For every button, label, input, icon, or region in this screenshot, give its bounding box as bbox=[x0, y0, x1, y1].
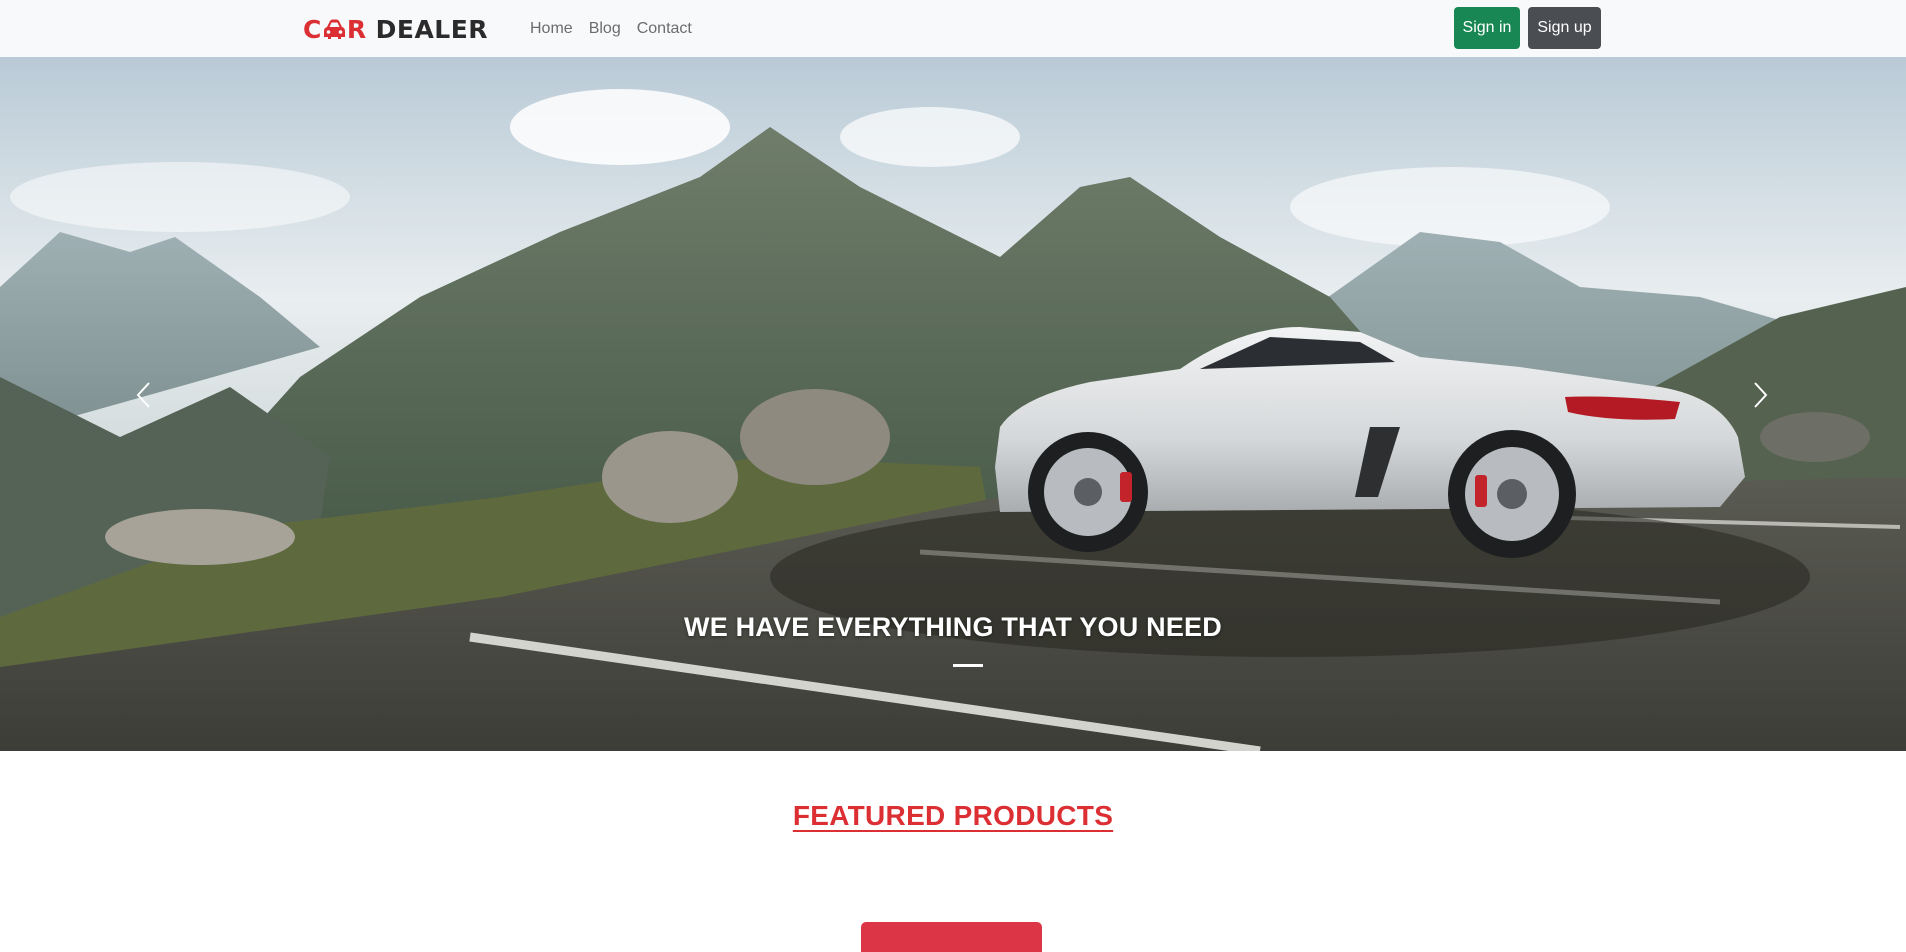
hero-carousel bbox=[0, 57, 1906, 751]
carousel-next-button[interactable] bbox=[1740, 375, 1780, 415]
navbar: C R DEALER Home Blog Contact Sign in Sig… bbox=[0, 0, 1906, 57]
nav-link-blog[interactable]: Blog bbox=[581, 17, 629, 41]
chevron-right-icon bbox=[1754, 382, 1768, 408]
brand-word-dealer: DEALER bbox=[375, 14, 489, 44]
brand-logo[interactable]: C R DEALER bbox=[303, 14, 488, 44]
featured-products-title: FEATURED PRODUCTS bbox=[792, 800, 1114, 831]
carousel-caption: WE HAVE EVERYTHING THAT YOU NEED bbox=[684, 612, 1222, 642]
car-icon bbox=[323, 18, 346, 41]
nav-links: Home Blog Contact bbox=[530, 17, 700, 41]
hero-image bbox=[0, 57, 1906, 751]
sign-in-button[interactable]: Sign in bbox=[1454, 7, 1520, 49]
nav-link-contact[interactable]: Contact bbox=[629, 17, 700, 41]
brand-letter-r: R bbox=[346, 14, 367, 44]
carousel-indicator[interactable] bbox=[953, 664, 983, 667]
featured-product-button[interactable] bbox=[861, 922, 1042, 952]
chevron-left-icon bbox=[136, 382, 150, 408]
carousel-prev-button[interactable] bbox=[124, 375, 164, 415]
brand-letter-c: C bbox=[303, 14, 322, 44]
sign-up-button[interactable]: Sign up bbox=[1528, 7, 1601, 49]
nav-link-home[interactable]: Home bbox=[530, 17, 581, 41]
